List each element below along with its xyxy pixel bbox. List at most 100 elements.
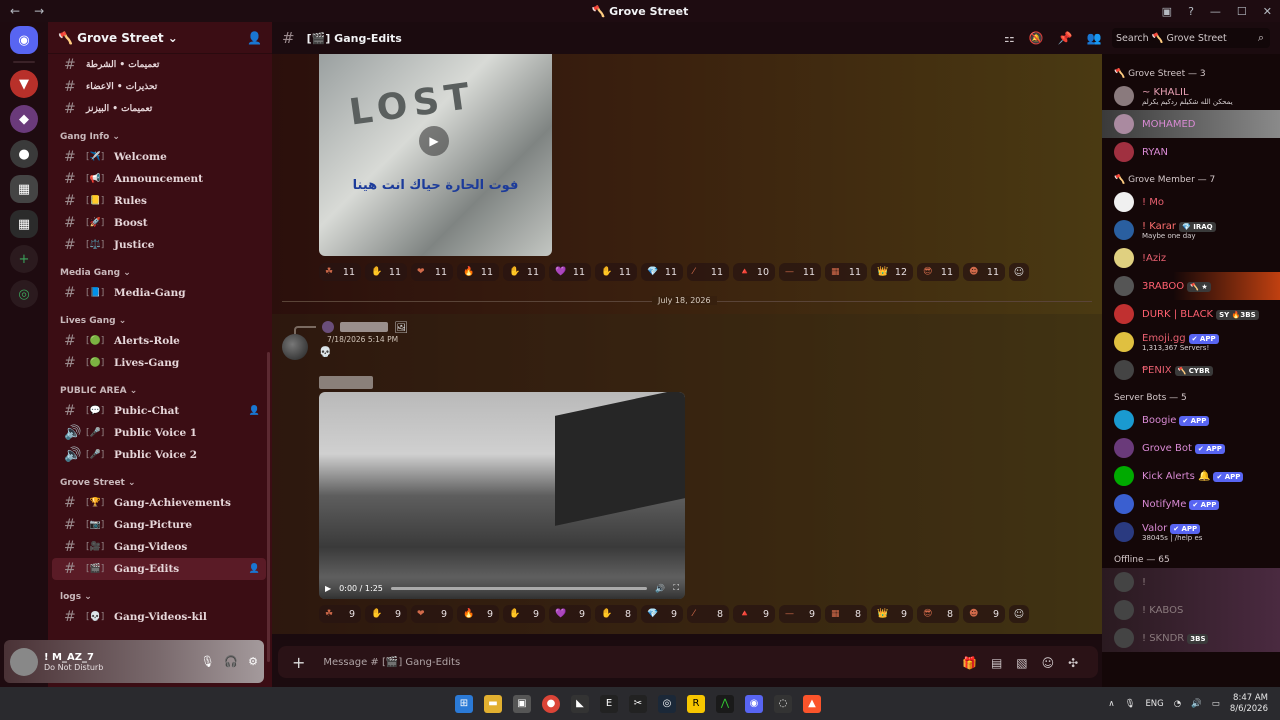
member-item[interactable]: ! Mo	[1102, 188, 1280, 216]
avatar[interactable]	[1114, 304, 1134, 324]
search-input[interactable]: Search 🪓 Grove Street ⌕	[1112, 28, 1270, 48]
avatar[interactable]	[1114, 220, 1134, 240]
reaction-chip[interactable]: 😎 8	[917, 605, 959, 623]
category-header[interactable]: PUBLIC AREA ⌄	[48, 382, 272, 400]
avatar[interactable]	[1114, 466, 1134, 486]
reaction-chip[interactable]: 💜 11	[549, 263, 591, 281]
avatar[interactable]	[1114, 522, 1134, 542]
channel-item[interactable]: # تعميمات • الشرطة	[52, 54, 266, 76]
reply-reference[interactable]: 🖼	[294, 320, 408, 334]
reaction-chip[interactable]: ▦ 8	[825, 605, 867, 623]
close-icon[interactable]: ✕	[1263, 5, 1272, 18]
volume-icon[interactable]: 🔊	[655, 584, 665, 593]
reaction-chip[interactable]: 🔺 9	[733, 605, 775, 623]
server-name[interactable]: 🪓 Grove Street ⌄	[58, 31, 178, 45]
category-header[interactable]: Grove Street ⌄	[48, 474, 272, 492]
channel-item[interactable]: # [⚖️] Justice	[52, 234, 266, 256]
discord-taskbar-icon[interactable]: ◉	[745, 694, 763, 713]
video-player[interactable]: ▶ 0:00 / 1:25 🔊 ⛶	[319, 392, 685, 599]
app-icon[interactable]: ◌	[774, 694, 792, 713]
reaction-chip[interactable]: 🔺 10	[733, 263, 775, 281]
member-item[interactable]: ! SKNDR 3BS	[1102, 624, 1280, 652]
channel-item[interactable]: # [🏆] Gang-Achievements	[52, 492, 266, 514]
discord-home-icon[interactable]: ◉	[10, 26, 38, 54]
minimize-icon[interactable]: —	[1210, 5, 1221, 18]
invite-icon[interactable]: 👤	[249, 406, 260, 416]
reaction-chip[interactable]: ❤ 9	[411, 605, 453, 623]
tray-chevron-icon[interactable]: ∧	[1108, 699, 1114, 709]
channel-item[interactable]: # [🎬] Gang-Edits 👤	[52, 558, 266, 580]
gift-icon[interactable]: 🎁	[962, 656, 977, 670]
discover-icon[interactable]: ◎	[10, 280, 38, 308]
reaction-chip[interactable]: 💎 9	[641, 605, 683, 623]
reaction-chip[interactable]: 💎 11	[641, 263, 683, 281]
channel-item[interactable]: # [🟢] Alerts-Role	[52, 330, 266, 352]
sticker-icon[interactable]: ▧	[1016, 656, 1027, 670]
member-item[interactable]: MOHAMED	[1102, 110, 1280, 138]
channel-item[interactable]: # [📒] Rules	[52, 190, 266, 212]
channel-item[interactable]: # [💀] Gang-Videos-kil	[52, 606, 266, 628]
channel-item[interactable]: 🔊 [🎤] Public Voice 2	[52, 444, 266, 466]
reaction-chip[interactable]: ✋ 11	[595, 263, 637, 281]
category-header[interactable]: Media Gang ⌄	[48, 264, 272, 282]
play-icon[interactable]: ▶	[325, 584, 331, 593]
help-icon[interactable]: ?	[1188, 5, 1194, 18]
reaction-chip[interactable]: — 11	[779, 263, 821, 281]
reaction-chip[interactable]: ❤ 11	[411, 263, 453, 281]
battery-icon[interactable]: ▭	[1212, 699, 1220, 709]
add-reaction-icon[interactable]: ☺	[1009, 605, 1029, 623]
headphones-icon[interactable]: 🎧	[224, 655, 238, 668]
reaction-chip[interactable]: ☻ 9	[963, 605, 1005, 623]
member-item[interactable]: Valor ✔ APP 38045s | /help es	[1102, 518, 1280, 546]
reaction-chip[interactable]: ✋ 9	[503, 605, 545, 623]
member-item[interactable]: Kick Alerts 🔔 ✔ APP	[1102, 462, 1280, 490]
reaction-chip[interactable]: 🔥 11	[457, 263, 499, 281]
member-item[interactable]: Emoji.gg ✔ APP 1,313,367 Servers!	[1102, 328, 1280, 356]
avatar[interactable]	[1114, 494, 1134, 514]
avatar[interactable]	[1114, 248, 1134, 268]
epic-games-icon[interactable]: E	[600, 694, 618, 713]
member-item[interactable]: 3RABOO 🪓 ★	[1102, 272, 1280, 300]
windows-start-icon[interactable]: ⊞	[455, 694, 473, 713]
channel-scrollbar[interactable]	[267, 352, 270, 662]
member-item[interactable]: Grove Bot ✔ APP	[1102, 434, 1280, 462]
reaction-chip[interactable]: ▦ 11	[825, 263, 867, 281]
clock[interactable]: 8:47 AM 8/6/2026	[1230, 693, 1268, 715]
fullscreen-icon[interactable]: ⛶	[673, 583, 679, 593]
chrome-icon[interactable]: ●	[542, 694, 560, 713]
add-server-icon[interactable]: +	[10, 245, 38, 273]
channel-item[interactable]: # [📢] Announcement	[52, 168, 266, 190]
server-icon[interactable]: ▼	[10, 70, 38, 98]
member-item[interactable]: RYAN	[1102, 138, 1280, 166]
notifications-muted-icon[interactable]: 🔕	[1029, 31, 1044, 45]
avatar[interactable]	[1114, 276, 1134, 296]
add-member-icon[interactable]: 👤	[247, 31, 262, 45]
reaction-chip[interactable]: 👑 9	[871, 605, 913, 623]
channel-item[interactable]: # [📷] Gang-Picture	[52, 514, 266, 536]
member-item[interactable]: ⱣENIX 🪓 CYBR	[1102, 356, 1280, 384]
reaction-chip[interactable]: 🔥 9	[457, 605, 499, 623]
reaction-chip[interactable]: ⁄ 8	[687, 605, 729, 623]
member-item[interactable]: Boogie ✔ APP	[1102, 406, 1280, 434]
inbox-icon[interactable]: ▣	[1162, 5, 1172, 18]
video-progress-bar[interactable]	[390, 586, 648, 590]
avatar[interactable]	[1114, 572, 1134, 592]
wifi-icon[interactable]: ◔	[1174, 699, 1181, 709]
avatar[interactable]	[1114, 600, 1134, 620]
nvidia-icon[interactable]: ◣	[571, 694, 589, 713]
settings-gear-icon[interactable]: ⚙	[248, 655, 258, 668]
member-item[interactable]: !Aziz	[1102, 244, 1280, 272]
member-item[interactable]: !	[1102, 568, 1280, 596]
server-icon[interactable]: ●	[10, 140, 38, 168]
invite-icon[interactable]: 👤	[249, 564, 260, 574]
server-icon[interactable]: ◆	[10, 105, 38, 133]
threads-icon[interactable]: ⚏	[1004, 31, 1015, 45]
reaction-chip[interactable]: ✋ 8	[595, 605, 637, 623]
maximize-icon[interactable]: ☐	[1237, 5, 1247, 18]
avatar[interactable]	[1114, 628, 1134, 648]
reaction-chip[interactable]: ⁄ 11	[687, 263, 729, 281]
channel-item[interactable]: # [🚀] Boost	[52, 212, 266, 234]
reaction-chip[interactable]: 💜 9	[549, 605, 591, 623]
forward-arrow-icon[interactable]: →	[34, 4, 44, 18]
channel-item[interactable]: # تحذيرات • الاعضاء	[52, 76, 266, 98]
